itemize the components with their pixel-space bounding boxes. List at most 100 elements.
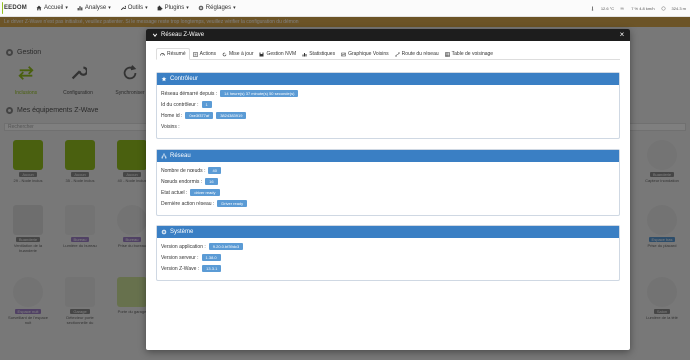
row-version-serveur: Version serveur : 1.38.0 <box>157 252 619 263</box>
wrench-icon <box>120 5 126 11</box>
pressure-icon <box>661 6 666 11</box>
field-label: Nœuds endormis : <box>161 178 203 185</box>
caret-down-icon: ▾ <box>233 5 236 11</box>
caret-down-icon: ▾ <box>186 5 189 11</box>
row-noeuds-endormis: Nœuds endormis : 16 <box>157 176 619 187</box>
weather-status: 12.6 °C 7 % 4.8 km/h 324.3 m <box>590 0 686 17</box>
tab-mise-a-jour[interactable]: Mise à jour <box>219 48 256 60</box>
row-nombre-noeuds: Nombre de nœuds : 40 <box>157 165 619 176</box>
menu-accueil[interactable]: Accueil ▾ <box>36 5 68 11</box>
menu-plugins[interactable]: Plugins ▾ <box>157 5 189 11</box>
row-reseau-demarre: Réseau démarré depuis : 14 heure(s) 37 m… <box>157 88 619 99</box>
tab-actions[interactable]: Actions <box>190 48 219 60</box>
chevron-down-icon <box>152 33 158 37</box>
caret-down-icon: ▾ <box>145 5 148 11</box>
caret-down-icon: ▾ <box>65 5 68 11</box>
menu-label: Plugins <box>164 5 185 11</box>
tab-statistiques[interactable]: Statistiques <box>299 48 338 60</box>
tab-label: Résumé <box>167 51 186 57</box>
image-icon <box>341 52 346 56</box>
panel-title: Système <box>170 229 194 235</box>
tab-label: Mise à jour <box>229 51 254 57</box>
home-icon <box>36 5 42 11</box>
tab-label: Graphique Voisins <box>348 51 389 57</box>
cogs-icon <box>161 229 167 235</box>
top-navbar: EEDOM Accueil ▾ Analyse ▾ Outils ▾ Plugins ▾… <box>0 0 690 17</box>
refresh-icon <box>222 52 227 56</box>
field-label: Home id : <box>161 112 183 119</box>
menu-label: Outils <box>127 5 144 11</box>
field-label: Dernière action réseau : <box>161 200 215 207</box>
panel-header: Contrôleur <box>157 73 619 85</box>
row-derniere-action: Dernière action réseau : Driver ready <box>157 198 619 209</box>
field-value: 3824383919 <box>216 112 247 119</box>
close-button[interactable]: × <box>618 31 626 39</box>
menu-label: Accueil <box>44 5 64 11</box>
puzzle-icon <box>157 5 162 11</box>
thermometer-icon <box>591 6 594 11</box>
row-version-zwave: Version Z-Wave : 13.3.1 <box>157 263 619 274</box>
menu-label: Réglages <box>205 5 232 11</box>
modal-title: Réseau Z-Wave <box>161 32 205 38</box>
sitemap-icon <box>161 153 167 159</box>
row-version-application: Version application : 9.20.0.bf39dc3 <box>157 241 619 252</box>
caret-down-icon: ▾ <box>108 5 111 11</box>
controleur-panel: Contrôleur Réseau démarré depuis : 14 he… <box>156 72 620 139</box>
field-value: 40 <box>208 167 221 174</box>
pressure-value: 324.3 m <box>671 6 686 11</box>
wind-value: 7 % 4.8 km/h <box>631 6 655 11</box>
menu-label: Analyse <box>84 5 107 11</box>
field-value: 13.3.1 <box>202 265 222 272</box>
field-value: 16 <box>205 178 218 185</box>
tab-table-voisinage[interactable]: Table de voisinage <box>442 48 496 60</box>
tab-label: Table de voisinage <box>451 51 494 57</box>
route-icon <box>395 51 400 57</box>
table-icon <box>444 51 450 57</box>
menu-outils[interactable]: Outils ▾ <box>120 5 148 11</box>
tab-gestion-nvm[interactable]: Gestion NVM <box>256 48 299 60</box>
modal-tabs: Résumé Actions Mise à jour Gestion NVM S… <box>156 48 620 60</box>
field-label: Version serveur : <box>161 254 199 261</box>
jeedom-logo[interactable]: EEDOM <box>0 0 27 17</box>
list-icon <box>192 51 198 57</box>
reseau-panel: Réseau Nombre de nœuds : 40 Nœuds endorm… <box>156 149 620 216</box>
menu-reglages[interactable]: Réglages ▾ <box>198 5 236 11</box>
logo-text: EEDOM <box>3 5 27 11</box>
tab-label: Actions <box>199 51 217 57</box>
field-label: Version application : <box>161 243 206 250</box>
field-label: Nombre de nœuds : <box>161 167 206 174</box>
tab-label: Route du réseau <box>401 51 439 57</box>
star-icon <box>161 76 167 82</box>
row-etat-actuel: Etat actuel : driver ready <box>157 187 619 198</box>
field-label: Voisins : <box>161 123 180 130</box>
logo-mark-icon <box>2 2 3 14</box>
row-voisins: Voisins : <box>157 121 619 132</box>
field-label: Id du contrôleur : <box>161 101 199 108</box>
panel-title: Contrôleur <box>170 76 199 82</box>
row-home-id: Home id : 0xe3f377af 3824383919 <box>157 110 619 121</box>
field-value: Driver ready <box>217 200 248 207</box>
menu-analyse[interactable]: Analyse ▾ <box>77 5 111 11</box>
field-value: 9.20.0.bf39dc3 <box>208 243 244 250</box>
modal-header: Réseau Z-Wave × <box>146 29 630 41</box>
gear-icon <box>198 5 204 11</box>
tab-graphique-voisins[interactable]: Graphique Voisins <box>338 48 392 60</box>
field-label: Version Z-Wave : <box>161 265 200 272</box>
tab-route-reseau[interactable]: Route du réseau <box>392 48 442 60</box>
tab-resume[interactable]: Résumé <box>156 48 190 60</box>
field-value: 1.38.0 <box>201 254 221 261</box>
bar-chart-icon <box>302 52 307 56</box>
chart-icon <box>77 6 83 11</box>
zwave-network-modal: Réseau Z-Wave × Résumé Actions Mise à jo… <box>146 29 630 350</box>
panel-header: Réseau <box>157 150 619 162</box>
field-value: 1 <box>201 101 212 108</box>
panel-header: Système <box>157 226 619 238</box>
field-label: Réseau démarré depuis : <box>161 90 218 97</box>
field-value: driver ready <box>190 189 220 196</box>
wind-icon <box>620 7 625 10</box>
tab-label: Gestion NVM <box>266 51 297 57</box>
systeme-panel: Système Version application : 9.20.0.bf3… <box>156 225 620 281</box>
temperature-value: 12.6 °C <box>600 6 615 11</box>
save-icon <box>259 52 264 56</box>
panel-title: Réseau <box>170 153 191 159</box>
